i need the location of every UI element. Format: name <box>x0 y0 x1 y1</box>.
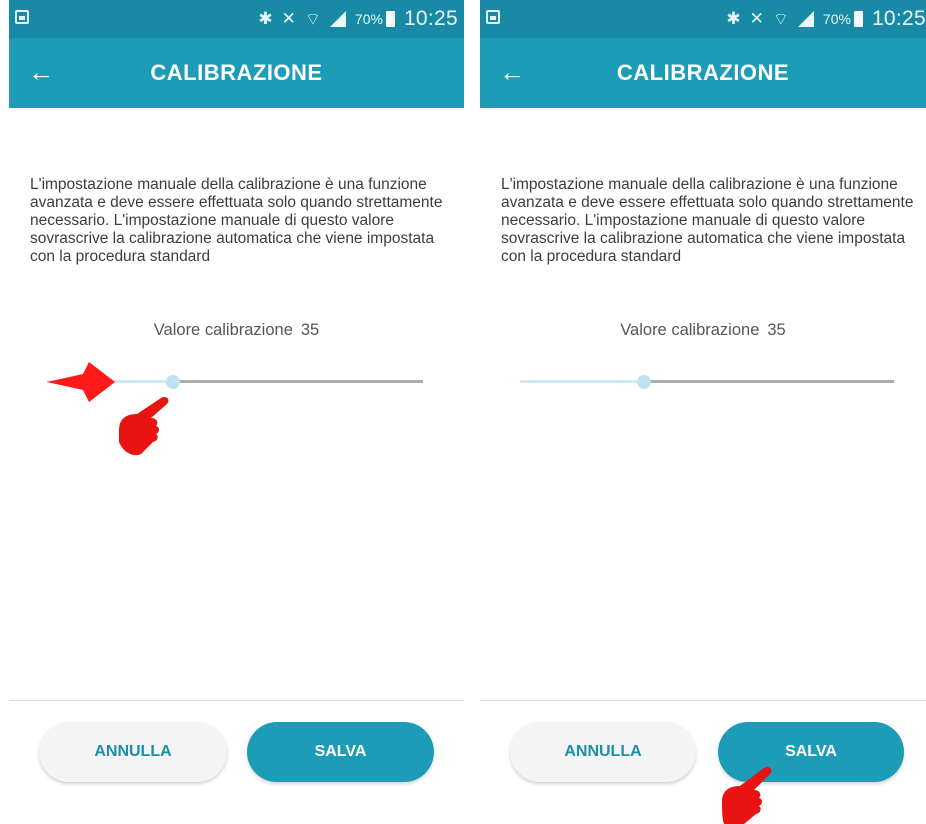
footer-divider <box>480 700 926 701</box>
bluetooth-icon: ✱ <box>726 9 741 28</box>
calibration-label: Valore calibrazione <box>620 321 760 339</box>
calibration-readout: Valore calibrazione 35 <box>9 321 464 340</box>
status-time: 10:25 <box>403 7 458 30</box>
footer-divider <box>9 700 464 701</box>
calibration-label: Valore calibrazione <box>153 321 293 339</box>
wifi-icon: ⌔ <box>772 9 789 29</box>
wifi-icon: ⌔ <box>304 9 321 29</box>
status-time: 10:25 <box>871 7 926 30</box>
description-text: L'impostazione manuale della calibrazion… <box>501 176 914 265</box>
description-text: L'impostazione manuale della calibrazion… <box>30 176 443 265</box>
slider-track[interactable] <box>644 380 894 383</box>
cancel-button[interactable]: ANNULLA <box>510 722 696 782</box>
calibration-readout: Valore calibrazione 35 <box>480 321 926 340</box>
save-button[interactable]: SALVA <box>718 722 904 782</box>
screenshot-panel-2: ✱ ✕ ⌔ 70% 10:25 ← CALIBRAZIONE L'imposta… <box>480 0 926 824</box>
app-bar: ← CALIBRAZIONE <box>9 38 464 108</box>
page-title: CALIBRAZIONE <box>150 60 323 85</box>
slider-thumb[interactable] <box>637 375 651 389</box>
gallery-notification-icon <box>15 10 29 24</box>
battery-percent: 70% <box>822 11 851 27</box>
status-bar: ✱ ✕ ⌔ 70% 10:25 <box>9 0 464 38</box>
slider-track-filled <box>520 380 644 383</box>
signal-icon <box>797 11 814 27</box>
bluetooth-icon: ✱ <box>258 9 273 28</box>
battery-icon <box>385 11 395 27</box>
battery-icon <box>853 11 863 27</box>
battery-percent: 70% <box>354 11 383 27</box>
calibration-value: 35 <box>300 321 320 339</box>
cancel-button[interactable]: ANNULLA <box>39 722 227 782</box>
gallery-notification-icon <box>486 10 500 24</box>
mute-icon: ✕ <box>281 9 296 28</box>
status-bar: ✱ ✕ ⌔ 70% 10:25 <box>480 0 926 38</box>
slider-track[interactable] <box>173 380 423 383</box>
mute-icon: ✕ <box>749 9 764 28</box>
signal-icon <box>329 11 346 27</box>
pointing-hand-icon <box>119 396 169 456</box>
app-bar: ← CALIBRAZIONE <box>480 38 926 108</box>
page-title: CALIBRAZIONE <box>616 60 790 85</box>
calibration-value: 35 <box>767 321 786 339</box>
slider-track-filled <box>47 380 173 383</box>
slider-thumb[interactable] <box>166 375 180 389</box>
screenshot-panel-1: ✱ ✕ ⌔ 70% 10:25 ← CALIBRAZIONE L'imposta… <box>9 0 464 824</box>
save-button[interactable]: SALVA <box>247 722 434 782</box>
